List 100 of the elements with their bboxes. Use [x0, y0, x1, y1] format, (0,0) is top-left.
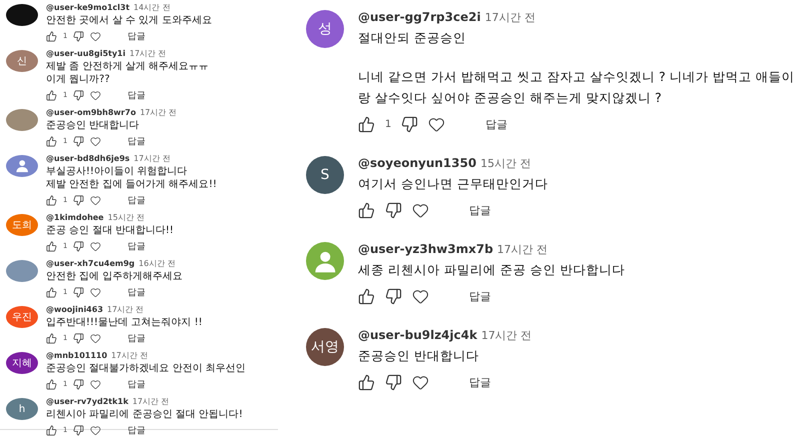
heart-button[interactable] [90, 90, 102, 100]
comment-author[interactable]: @user-bd8dh6je9s [46, 153, 130, 165]
avatar[interactable]: 신 [6, 50, 38, 72]
dislike-button[interactable] [73, 240, 84, 252]
comment-author[interactable]: @user-om9bh8wr7o [46, 107, 136, 119]
comment-author[interactable]: @user-bu9lz4jc4k [358, 326, 478, 344]
like-button[interactable] [46, 378, 57, 390]
thumbs-up-icon [46, 378, 57, 390]
dislike-button[interactable] [73, 286, 84, 298]
like-button[interactable] [358, 288, 375, 304]
dislike-button[interactable] [73, 30, 84, 42]
avatar[interactable]: 성 [306, 10, 344, 48]
dislike-button[interactable] [385, 288, 402, 304]
reply-button[interactable]: 답글 [481, 116, 512, 132]
heart-button[interactable] [90, 378, 102, 390]
thumbs-up-icon [46, 240, 57, 252]
thumbs-down-icon [401, 116, 418, 132]
comment-text: 부실공사!!아이들이 위험합니다 [46, 165, 188, 178]
comment-author[interactable]: @user-xh7cu4em9g [46, 258, 135, 270]
reply-button[interactable]: 답글 [465, 288, 495, 304]
heart-icon [412, 374, 429, 390]
thumbs-up-icon [46, 136, 57, 146]
photo-placeholder[interactable] [6, 4, 38, 26]
avatar[interactable]: 서영 [306, 328, 344, 366]
dislike-button[interactable] [73, 136, 84, 146]
comment-time: 17시간 전 [111, 350, 148, 362]
comment-time: 15시간 전 [108, 212, 144, 224]
reply-button[interactable]: 답글 [123, 286, 150, 298]
heart-button[interactable] [90, 286, 102, 298]
heart-icon [412, 288, 429, 304]
reply-button[interactable]: 답글 [123, 332, 150, 344]
comment-text: 이게 뭡니까?? [46, 73, 111, 86]
like-button[interactable] [358, 116, 375, 132]
heart-button[interactable] [90, 136, 102, 146]
heart-button[interactable] [90, 194, 102, 206]
thumbs-down-icon [73, 194, 84, 206]
comment-author[interactable]: @user-rv7yd2tk1k [46, 396, 128, 408]
reply-button[interactable]: 답글 [465, 202, 495, 218]
like-button[interactable] [46, 240, 57, 252]
reply-button[interactable]: 답글 [123, 134, 150, 148]
like-button[interactable] [46, 332, 57, 344]
heart-button[interactable] [412, 288, 429, 304]
like-button[interactable] [46, 30, 57, 42]
thumbs-up-icon [46, 194, 57, 206]
dislike-button[interactable] [73, 194, 84, 206]
comment-text: 세종 리첸시아 파밀리에 준공 승인 반다합니다 [358, 261, 625, 279]
dislike-button[interactable] [73, 90, 84, 100]
comment-author[interactable]: @1kimdohee [46, 212, 104, 224]
avatar[interactable]: 지혜 [6, 352, 38, 374]
like-button[interactable] [358, 374, 375, 390]
reply-button[interactable]: 답글 [123, 378, 150, 390]
dislike-button[interactable] [73, 332, 84, 344]
like-button[interactable] [46, 286, 57, 298]
heart-icon [412, 202, 429, 218]
thumbs-down-icon [73, 30, 84, 42]
comment-text: 절대안되 준공승인 [358, 29, 467, 47]
dislike-button[interactable] [401, 116, 418, 132]
heart-button[interactable] [412, 374, 429, 390]
thumbs-up-icon [358, 202, 375, 218]
heart-button[interactable] [90, 332, 102, 344]
like-button[interactable] [358, 202, 375, 218]
avatar[interactable]: S [306, 156, 344, 194]
comment-author[interactable]: @mnb101110 [46, 350, 108, 362]
avatar-silhouette-icon[interactable] [6, 155, 38, 177]
reply-button[interactable]: 답글 [123, 424, 150, 436]
comment-text: 안전한 집에 입주하게해주세요 [46, 270, 182, 283]
like-button[interactable] [46, 424, 57, 436]
heart-icon [90, 332, 102, 344]
thumbs-up-icon [46, 30, 57, 42]
reply-button[interactable]: 답글 [123, 88, 150, 102]
heart-button[interactable] [90, 424, 102, 436]
dislike-button[interactable] [385, 374, 402, 390]
reply-button[interactable]: 답글 [123, 240, 150, 252]
comment-author[interactable]: @user-ke9mo1cl3t [46, 2, 130, 14]
comment-author[interactable]: @user-uu8gi5ty1i [46, 48, 126, 60]
heart-button[interactable] [90, 240, 102, 252]
comment-author[interactable]: @woojini463 [46, 304, 104, 316]
comment-author[interactable]: @user-yz3hw3mx7b [358, 240, 494, 258]
like-button[interactable] [46, 194, 57, 206]
thumbs-down-icon [73, 136, 84, 146]
heart-icon [428, 116, 446, 132]
reply-button[interactable]: 답글 [465, 374, 495, 390]
avatar[interactable]: h [6, 398, 38, 420]
dislike-button[interactable] [73, 378, 84, 390]
like-button[interactable] [46, 136, 57, 146]
reply-button[interactable]: 답글 [123, 194, 150, 206]
thumbs-down-icon [385, 374, 402, 390]
thumbs-up-icon [46, 332, 57, 344]
comment-author[interactable]: @soyeonyun1350 [358, 154, 476, 172]
thumbs-down-icon [73, 332, 84, 344]
comment-author[interactable]: @user-gg7rp3ce2i [358, 8, 481, 26]
like-button[interactable] [46, 90, 57, 100]
dislike-button[interactable] [385, 202, 402, 218]
thumbs-down-icon [73, 90, 84, 100]
comment-time: 14시간 전 [134, 2, 170, 14]
reply-button[interactable]: 답글 [123, 30, 150, 42]
heart-button[interactable] [90, 30, 102, 42]
dislike-button[interactable] [73, 424, 84, 436]
heart-button[interactable] [412, 202, 429, 218]
heart-button[interactable] [428, 116, 446, 132]
